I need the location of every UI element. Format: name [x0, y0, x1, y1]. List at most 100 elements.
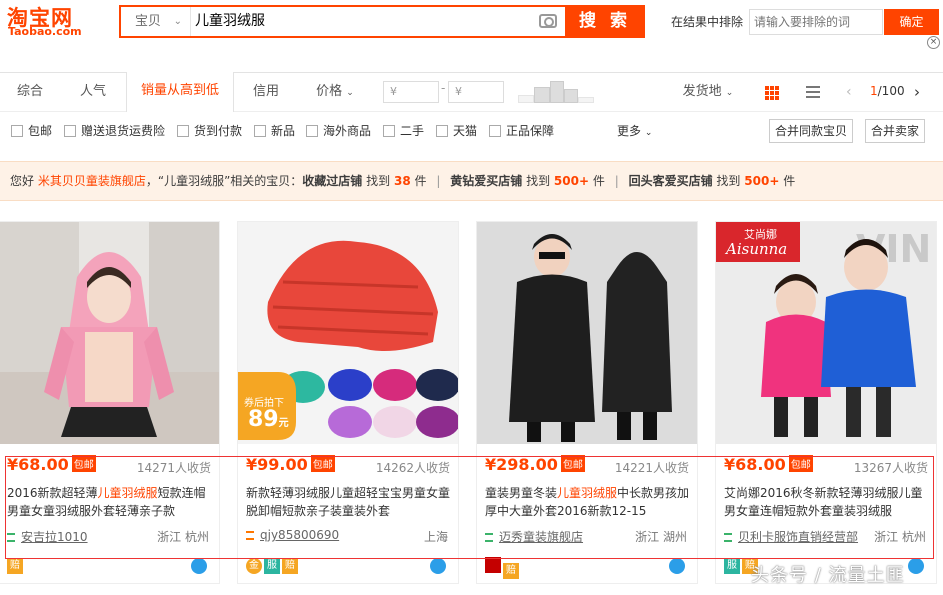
- wangwang-chat-icon[interactable]: [908, 558, 924, 574]
- sort-bar: 综合 人气 销量从高到低 信用 价格 ⌄ ¥ - ¥ 发货地 ⌄ ‹ 1/100…: [0, 72, 943, 112]
- service-badges: 赔: [7, 557, 25, 575]
- tips-group1-label[interactable]: 收藏过店铺: [302, 174, 362, 188]
- gold-seller-badge-icon[interactable]: 金: [246, 558, 262, 574]
- tips-group2-count[interactable]: 500+: [554, 174, 589, 188]
- price-dash: -: [441, 81, 446, 95]
- tips-separator: |: [614, 174, 619, 188]
- coupon-price-value: 89: [248, 407, 279, 432]
- search-category-label: 宝贝: [135, 14, 162, 29]
- merge-seller-button[interactable]: 合并卖家: [865, 119, 925, 143]
- chevron-down-icon: ⌄: [725, 88, 734, 98]
- page-current: 1: [870, 84, 878, 98]
- filter-more[interactable]: 更多 ⌄: [617, 123, 652, 139]
- ship-from-dropdown[interactable]: 发货地 ⌄: [676, 73, 740, 111]
- checkbox[interactable]: [177, 125, 189, 137]
- tips-separator: |: [436, 174, 441, 188]
- tips-group3-label[interactable]: 回头客爱买店铺: [629, 174, 713, 188]
- checkbox[interactable]: [254, 125, 266, 137]
- highlight-box: [5, 456, 934, 559]
- checkbox[interactable]: [383, 125, 395, 137]
- filter-cod[interactable]: 货到付款: [177, 123, 242, 139]
- chevron-down-icon: ⌄: [644, 128, 653, 138]
- tab-sales[interactable]: 销量从高到低: [126, 72, 234, 112]
- product-image[interactable]: VIN 艾尚娜 Aisunna: [716, 222, 936, 444]
- list-view-icon[interactable]: [806, 86, 820, 98]
- watermark: 头条号 / 流量土匪: [751, 565, 905, 586]
- compensation-badge-icon[interactable]: 赔: [503, 563, 519, 579]
- search-button[interactable]: 搜 索: [565, 5, 645, 38]
- coupon-price-unit: 元: [278, 418, 289, 429]
- tab-overall[interactable]: 综合: [0, 73, 60, 111]
- price-min-input[interactable]: ¥: [383, 81, 439, 103]
- chevron-down-icon: ⌄: [173, 16, 182, 27]
- tips-found: 找到: [716, 174, 741, 188]
- ship-from-label: 发货地: [682, 84, 722, 99]
- tips-group2-label[interactable]: 黄钻爱买店铺: [450, 174, 522, 188]
- pager-status: 1/100: [870, 84, 905, 98]
- service-badge-icon[interactable]: 服: [264, 558, 280, 574]
- compensation-badge-icon[interactable]: 赔: [282, 558, 298, 574]
- filter-more-label: 更多: [617, 124, 642, 138]
- filter-label: 货到付款: [194, 124, 243, 138]
- search-input[interactable]: [195, 7, 535, 36]
- grid-view-icon[interactable]: [765, 86, 779, 100]
- filter-overseas[interactable]: 海外商品: [306, 123, 371, 139]
- camera-icon[interactable]: [539, 14, 557, 28]
- filter-free-shipping[interactable]: 包邮: [11, 123, 52, 139]
- tab-price-label: 价格: [316, 84, 343, 99]
- price-max-input[interactable]: ¥: [448, 81, 504, 103]
- tips-unit: 件: [414, 174, 427, 188]
- tmall-badge-icon[interactable]: [485, 557, 501, 573]
- wangwang-chat-icon[interactable]: [191, 558, 207, 574]
- checkbox[interactable]: [306, 125, 318, 137]
- page-prev-icon[interactable]: ‹: [846, 84, 852, 100]
- tips-found: 找到: [366, 174, 391, 188]
- filter-return-insurance[interactable]: 赠送退货运费险: [64, 123, 165, 139]
- tips-shop-link[interactable]: 米其贝贝童装旗舰店: [38, 174, 146, 188]
- coupon-price: 89元: [248, 407, 289, 432]
- filter-genuine[interactable]: 正品保障: [489, 123, 554, 139]
- checkbox[interactable]: [11, 125, 23, 137]
- taobao-logo-en[interactable]: Taobao.com: [8, 25, 82, 38]
- tips-unit: 件: [592, 174, 605, 188]
- tips-group1-count[interactable]: 38: [394, 174, 411, 188]
- exclude-input[interactable]: [749, 9, 883, 35]
- close-icon[interactable]: ×: [927, 36, 940, 49]
- wangwang-chat-icon[interactable]: [669, 558, 685, 574]
- chevron-down-icon: ⌄: [346, 88, 354, 98]
- product-image[interactable]: 券后拍下 89元: [238, 222, 458, 444]
- checkbox[interactable]: [436, 125, 448, 137]
- tab-price[interactable]: 价格 ⌄: [300, 73, 370, 111]
- product-image[interactable]: [0, 222, 219, 444]
- page-total: /100: [877, 84, 905, 98]
- tips-greeting: 您好: [10, 174, 35, 188]
- tips-query: ，“儿童羽绒服”相关的宝贝：: [145, 174, 303, 188]
- merge-same-button[interactable]: 合并同款宝贝: [769, 119, 853, 143]
- page-next-icon[interactable]: ›: [914, 83, 920, 101]
- tips-found: 找到: [526, 174, 551, 188]
- search-category-select[interactable]: 宝贝 ⌄: [121, 7, 191, 36]
- price-range-chart[interactable]: [518, 81, 594, 103]
- service-badges: 赔: [485, 557, 521, 579]
- compensation-badge-icon[interactable]: 赔: [7, 558, 23, 574]
- tips-group3-count[interactable]: 500+: [744, 174, 779, 188]
- filter-secondhand[interactable]: 二手: [383, 123, 424, 139]
- brand-logo-en: Aisunna: [726, 240, 788, 258]
- exclude-confirm-button[interactable]: 确定: [884, 9, 939, 35]
- product-image[interactable]: [477, 222, 697, 444]
- filter-label: 正品保障: [506, 124, 555, 138]
- wangwang-chat-icon[interactable]: [430, 558, 446, 574]
- filter-label: 新品: [271, 124, 296, 138]
- tab-popularity[interactable]: 人气: [62, 73, 124, 111]
- search-box: 宝贝 ⌄ 搜 索: [119, 5, 645, 38]
- filter-label: 天猫: [453, 124, 478, 138]
- personalized-tips: 您好 米其贝贝童装旗舰店，“儿童羽绒服”相关的宝贝：收藏过店铺 找到 38 件 …: [0, 161, 943, 201]
- filter-tmall[interactable]: 天猫: [436, 123, 477, 139]
- checkbox[interactable]: [489, 125, 501, 137]
- checkbox[interactable]: [64, 125, 76, 137]
- exclude-label: 在结果中排除: [671, 15, 744, 29]
- filter-label: 海外商品: [323, 124, 372, 138]
- filter-new[interactable]: 新品: [254, 123, 295, 139]
- service-badge-icon[interactable]: 服: [724, 558, 740, 574]
- tab-credit[interactable]: 信用: [236, 73, 296, 111]
